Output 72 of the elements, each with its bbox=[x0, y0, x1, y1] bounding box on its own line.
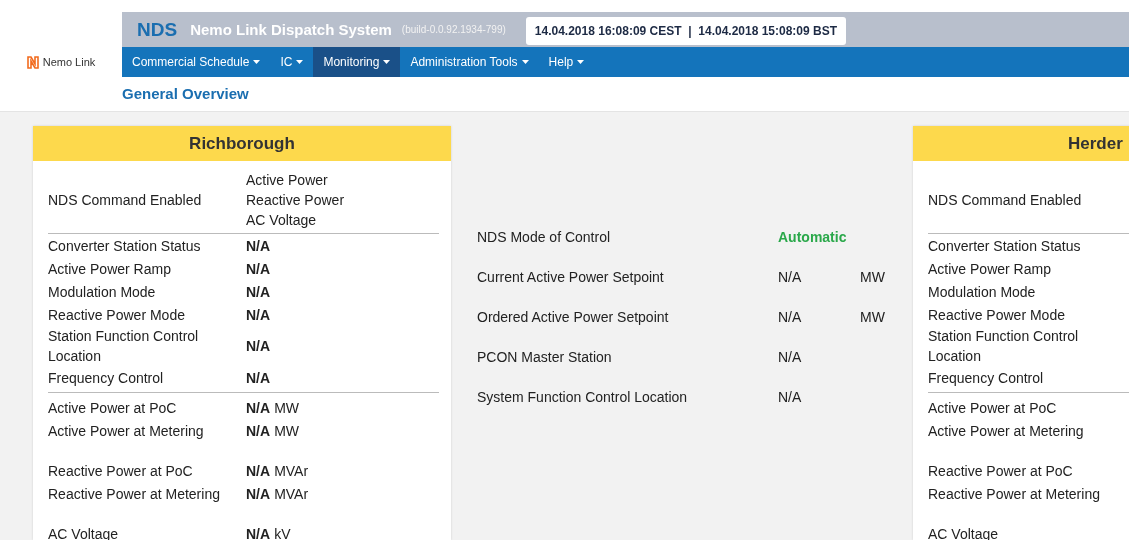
caret-icon bbox=[296, 60, 304, 64]
caret-icon bbox=[577, 60, 585, 64]
build-version: (build-0.0.92.1934-799) bbox=[401, 24, 506, 35]
clock-display: 14.04.2018 16:08:09 CEST | 14.04.2018 15:08:09 BST bbox=[525, 16, 847, 45]
field-label: Modulation Mode bbox=[48, 282, 157, 302]
field-label: Station Function Control Location bbox=[928, 327, 1080, 366]
field-value: N/A bbox=[246, 461, 271, 481]
field-label: Active Power at PoC bbox=[48, 398, 178, 418]
field-value: N/A bbox=[778, 309, 803, 327]
field-label: NDS Mode of Control bbox=[477, 229, 612, 247]
unit-label: MVAr bbox=[274, 484, 309, 504]
field-label: NDS Command Enabled bbox=[48, 192, 203, 208]
unit-label: MW bbox=[860, 269, 885, 287]
field-label: System Function Control Location bbox=[477, 389, 689, 407]
unit-label: MW bbox=[860, 309, 885, 327]
command-value: AC Voltage bbox=[246, 211, 318, 230]
unit-label: MW bbox=[274, 398, 299, 418]
field-label: Reactive Power at Metering bbox=[48, 484, 221, 504]
field-value: N/A bbox=[246, 259, 271, 279]
field-label: Active Power at Metering bbox=[48, 421, 205, 441]
field-value: N/A bbox=[778, 349, 803, 367]
field-label: Active Power at Metering bbox=[928, 421, 1085, 441]
nav-menu-item[interactable]: Commercial Schedule bbox=[122, 47, 271, 77]
nav-menu-item[interactable]: Administration Tools bbox=[400, 47, 539, 77]
field-value: N/A bbox=[778, 389, 803, 407]
app-title: Nemo Link Dispatch System bbox=[190, 21, 392, 38]
field-label: NDS Command Enabled bbox=[928, 192, 1083, 208]
logo-text: Nemo Link bbox=[42, 56, 96, 68]
field-value: N/A bbox=[246, 398, 271, 418]
station-name: Herder bbox=[913, 126, 1129, 161]
field-value: N/A bbox=[246, 524, 271, 540]
caret-icon bbox=[521, 60, 529, 64]
unit-label: MVAr bbox=[274, 461, 309, 481]
nav-menu-item[interactable]: Monitoring bbox=[313, 47, 401, 77]
station-name: Richborough bbox=[33, 126, 451, 161]
field-value: N/A bbox=[246, 368, 271, 388]
field-label: Reactive Power at PoC bbox=[928, 461, 1074, 481]
field-value: N/A bbox=[246, 282, 271, 302]
nav-menu-item[interactable]: Help bbox=[538, 47, 595, 77]
field-value: N/A bbox=[778, 269, 803, 287]
field-label: Converter Station Status bbox=[928, 236, 1082, 256]
field-label: Active Power Ramp bbox=[48, 259, 172, 279]
field-label: Reactive Power Mode bbox=[928, 305, 1066, 325]
page-title: General Overview bbox=[122, 84, 250, 102]
field-label: Converter Station Status bbox=[48, 236, 202, 256]
nav-menu-item[interactable]: IC bbox=[270, 47, 314, 77]
field-value: Automatic bbox=[778, 229, 848, 247]
field-label: Reactive Power at Metering bbox=[928, 484, 1101, 504]
field-label: PCON Master Station bbox=[477, 349, 613, 367]
field-label: Frequency Control bbox=[48, 368, 165, 388]
caret-icon bbox=[253, 60, 261, 64]
app-short-title: NDS bbox=[137, 18, 178, 41]
logo-icon bbox=[26, 55, 39, 69]
field-label: Modulation Mode bbox=[928, 282, 1037, 302]
field-label: Reactive Power Mode bbox=[48, 305, 186, 325]
field-label: Station Function Control Location bbox=[48, 327, 200, 366]
field-value: N/A bbox=[246, 484, 271, 504]
field-label: Active Power Ramp bbox=[928, 259, 1052, 279]
field-value: N/A bbox=[246, 305, 271, 325]
unit-label: MW bbox=[274, 421, 299, 441]
field-value: N/A bbox=[246, 421, 271, 441]
caret-icon bbox=[383, 60, 391, 64]
field-label: Frequency Control bbox=[928, 368, 1045, 388]
unit-label: kV bbox=[274, 524, 291, 540]
field-value: N/A bbox=[246, 337, 271, 356]
field-label: Current Active Power Setpoint bbox=[477, 269, 665, 287]
field-label: Ordered Active Power Setpoint bbox=[477, 309, 670, 327]
field-value: N/A bbox=[246, 236, 271, 256]
field-label: Reactive Power at PoC bbox=[48, 461, 194, 481]
command-value: Active Power bbox=[246, 171, 329, 190]
command-value: Reactive Power bbox=[246, 191, 345, 210]
field-label: Active Power at PoC bbox=[928, 398, 1058, 418]
